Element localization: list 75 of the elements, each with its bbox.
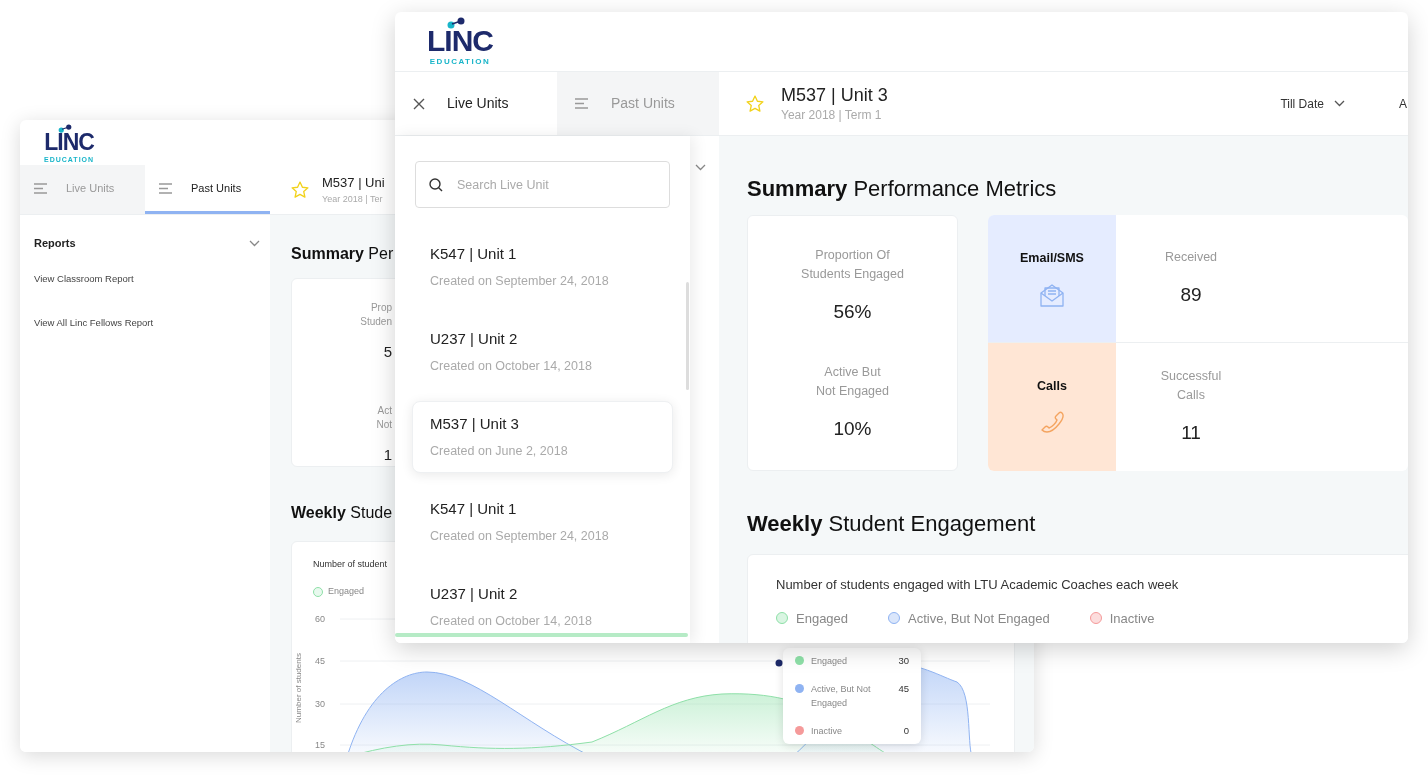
y-axis-title: Number of students xyxy=(292,653,304,723)
period-dropdown[interactable]: Till Date xyxy=(1280,94,1345,113)
unit-subtitle: Year 2018 | Ter xyxy=(322,192,384,206)
metric-value: 10% xyxy=(833,416,872,441)
metric-label: Act Not xyxy=(376,403,392,432)
chevron-down-icon[interactable] xyxy=(695,164,706,171)
legend-label: Inactive xyxy=(1109,609,1155,628)
series-value: 0 xyxy=(903,723,909,738)
channel-name: Email/SMS xyxy=(1020,250,1084,268)
section-heading: Summary Per xyxy=(291,244,394,264)
series-value: 45 xyxy=(898,682,909,696)
chevron-down-icon[interactable] xyxy=(249,239,260,247)
metric-label: Successful Calls xyxy=(1160,367,1222,404)
metric-label: Active But Not Engaged xyxy=(816,363,889,400)
channel-name: Calls xyxy=(1037,377,1067,395)
series-label: Inactive xyxy=(811,724,844,738)
filter-label[interactable]: A xyxy=(1399,94,1407,113)
unit-name: K547 | Unit 1 xyxy=(430,244,518,265)
legend-label: Active, But Not Engaged xyxy=(908,609,1050,628)
unit-list-item[interactable]: M537 | Unit 3 Created on June 2, 2018 xyxy=(412,401,673,473)
search-field[interactable]: Search Live Unit xyxy=(415,161,670,208)
chart-subtitle: Number of student xyxy=(313,558,388,571)
dots-icon xyxy=(58,123,72,133)
report-link[interactable]: View All Linc Fellows Report xyxy=(34,315,154,330)
logo-wordmark: LINC xyxy=(44,130,94,154)
unit-date: Created on October 14, 2018 xyxy=(430,612,593,630)
section-heading: Weekly Student Engagement xyxy=(747,510,1036,538)
dots-icon xyxy=(447,16,465,29)
logo-tagline: EDUCATION xyxy=(429,57,491,66)
unit-name: K547 | Unit 1 xyxy=(430,499,518,520)
y-tick-label: 60 xyxy=(315,613,325,626)
metric-label: Prop Studen xyxy=(360,301,392,329)
metric-value: 1 xyxy=(383,444,392,465)
unit-date: Created on September 24, 2018 xyxy=(430,272,610,290)
chevron-down-icon[interactable] xyxy=(1334,100,1345,107)
metric-label: Proportion Of Students Engaged xyxy=(801,247,904,283)
metric-value: 89 xyxy=(1180,282,1202,307)
y-tick-label: 45 xyxy=(315,655,325,668)
menu-icon xyxy=(34,182,48,194)
y-tick-label: 30 xyxy=(315,698,325,711)
menu-icon xyxy=(575,98,589,109)
metric-value: 56% xyxy=(833,300,872,324)
close-icon[interactable] xyxy=(413,97,425,110)
unit-title: M537 | Uni xyxy=(322,174,385,192)
section-heading: Weekly Stude xyxy=(291,503,393,523)
metric-value: 5 xyxy=(383,342,392,362)
unit-date: Created on September 24, 2018 xyxy=(430,527,610,545)
unit-name: U237 | Unit 2 xyxy=(430,329,519,350)
series-label: Active, But Not Engaged xyxy=(811,683,872,710)
y-tick-label: 15 xyxy=(315,739,325,752)
legend-label: Engaged xyxy=(796,609,849,628)
unit-list-item[interactable]: K547 | Unit 1 Created on September 24, 2018 xyxy=(412,486,673,558)
unit-subtitle: Year 2018 | Term 1 xyxy=(781,106,883,124)
unit-date: Created on October 14, 2018 xyxy=(430,357,593,375)
section-title: Reports xyxy=(34,236,76,251)
chart-subtitle: Number of students engaged with LTU Academic Coaches each week xyxy=(776,576,1180,594)
search-icon xyxy=(429,178,443,192)
star-icon[interactable] xyxy=(290,179,310,200)
unit-title: M537 | Unit 3 xyxy=(781,83,889,106)
section-heading: Summary Performance Metrics xyxy=(747,175,1057,203)
unit-date: Created on June 2, 2018 xyxy=(430,442,569,460)
menu-icon xyxy=(159,182,173,194)
legend-label: Engaged xyxy=(328,585,365,598)
report-link[interactable]: View Classroom Report xyxy=(34,271,134,286)
unit-name: M537 | Unit 3 xyxy=(430,414,520,435)
unit-name: U237 | Unit 2 xyxy=(430,584,519,605)
logo-wordmark: LINC xyxy=(427,25,493,56)
series-label: Engaged xyxy=(811,655,849,668)
unit-list-item[interactable]: U237 | Unit 2 Created on October 14, 2018 xyxy=(412,316,673,388)
series-value: 30 xyxy=(898,654,909,668)
unit-list-item[interactable]: K547 | Unit 1 Created on September 24, 2018 xyxy=(412,231,673,303)
unit-list-item[interactable]: U237 | Unit 2 Created on October 14, 2018 xyxy=(412,571,673,643)
metric-value: 11 xyxy=(1181,420,1201,445)
star-icon[interactable] xyxy=(745,93,765,114)
metric-label: Received xyxy=(1164,248,1218,266)
